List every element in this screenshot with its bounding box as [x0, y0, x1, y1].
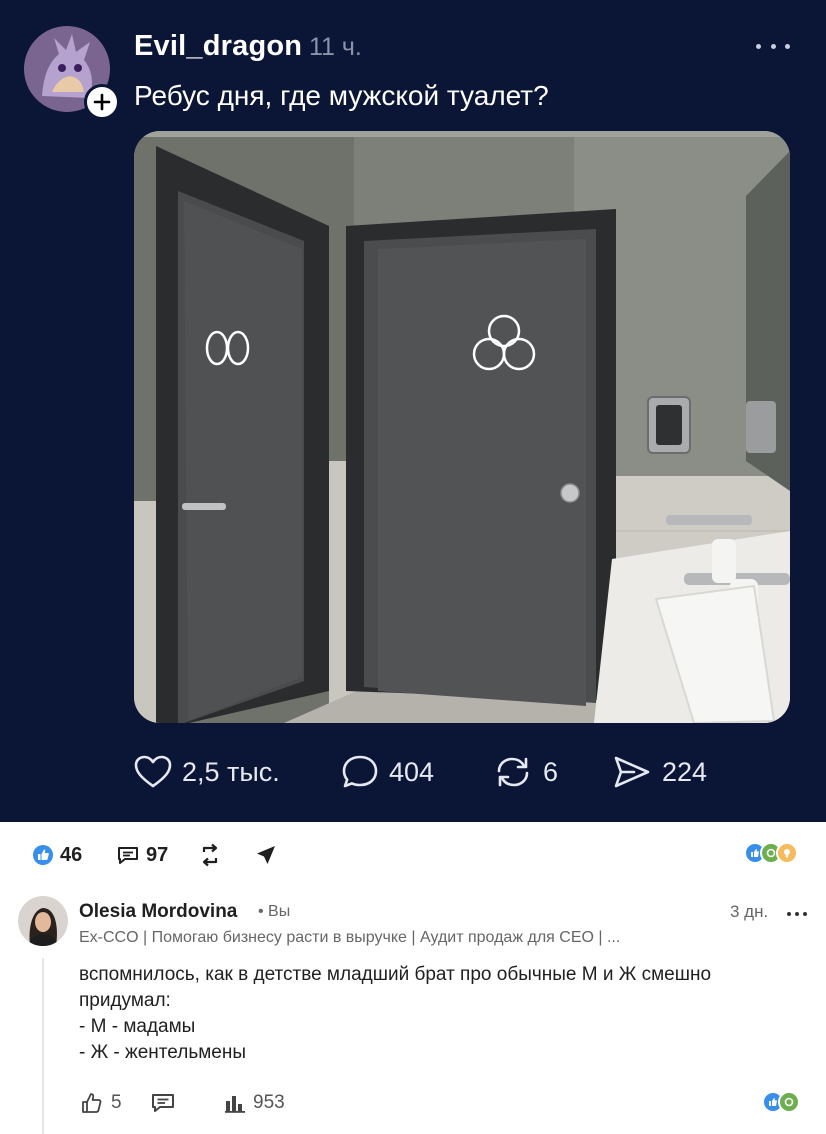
reactions-count: 46 [60, 843, 83, 866]
thumbs-up-icon [82, 1093, 102, 1113]
comments-count-button[interactable]: 97 [116, 838, 168, 872]
follow-plus-button[interactable] [84, 84, 120, 120]
celebrate-reaction-icon [778, 1091, 800, 1113]
post-stats: 2,5 тыс. 404 6 224 [134, 752, 774, 792]
dot-icon [787, 912, 791, 916]
comment-body: вспомнилось, как в детстве младший брат … [79, 962, 819, 1066]
reply-icon [152, 1094, 174, 1112]
comment-reply-button[interactable] [149, 1088, 183, 1118]
comment-button[interactable]: 404 [341, 752, 434, 792]
threads-post: Evil_dragon 11 ч. Ребус дня, где мужской… [0, 0, 826, 822]
comment-reaction-icons[interactable] [762, 1091, 800, 1113]
reaction-icons-stack[interactable] [744, 842, 798, 864]
more-options-button[interactable] [756, 36, 790, 56]
send-button[interactable] [254, 838, 284, 872]
repost-button[interactable]: 6 [493, 752, 558, 792]
comment-line: - М - мадамы [79, 1016, 196, 1037]
plus-icon [93, 93, 111, 111]
insightful-reaction-icon [776, 842, 798, 864]
like-button[interactable]: 2,5 тыс. [134, 752, 280, 792]
comments-count: 97 [146, 843, 169, 866]
share-count: 224 [662, 756, 708, 787]
comment-views-count: 953 [253, 1092, 285, 1113]
post-time: 11 ч. [309, 33, 362, 61]
thread-line [42, 958, 44, 1134]
repost-button-li[interactable] [198, 838, 228, 872]
commenter-name[interactable]: Olesia Mordovina [79, 901, 237, 923]
repost-count: 6 [543, 756, 559, 787]
dot-icon [785, 43, 790, 49]
paper-plane-icon [614, 756, 650, 788]
comment-icon [118, 847, 138, 864]
heart-icon [134, 755, 172, 788]
like-count: 2,5 тыс. [182, 756, 280, 787]
you-badge: • Вы [258, 903, 291, 920]
comment-impressions[interactable]: 953 [223, 1088, 285, 1118]
linkedin-action-bar: 46 97 [0, 838, 826, 872]
comment-line: вспомнилось, как в детстве младший брат … [79, 964, 712, 985]
share-button[interactable]: 224 [612, 752, 707, 792]
author-username[interactable]: Evil_dragon [134, 30, 302, 63]
dot-icon [756, 43, 761, 49]
comment-like-button[interactable]: 5 [79, 1088, 122, 1118]
dot-icon [770, 43, 776, 49]
comment-more-button[interactable] [787, 912, 807, 916]
reactions-count-button[interactable]: 46 [32, 838, 82, 872]
bar-chart-icon [225, 1096, 245, 1113]
comment-line: - Ж - жентельмены [79, 1042, 246, 1063]
dot-icon [803, 912, 807, 916]
repost-icon [202, 843, 218, 867]
comment-count: 404 [389, 756, 435, 787]
comment-like-count: 5 [111, 1092, 122, 1113]
commenter-avatar[interactable] [18, 896, 68, 946]
send-icon [257, 846, 275, 864]
speech-bubble-icon [342, 755, 378, 788]
commenter-headline: Ex-CCO | Помогаю бизнесу расти в выручке… [79, 929, 621, 946]
dot-icon [795, 912, 799, 916]
comment-time: 3 дн. [730, 902, 769, 921]
like-reaction-icon [33, 845, 53, 865]
post-photo[interactable] [134, 131, 790, 723]
comment-actions: 5 953 [79, 1088, 779, 1118]
post-text: Ребус дня, где мужской туалет? [134, 80, 549, 111]
repost-icon [497, 757, 529, 787]
comment-line: придумал: [79, 990, 171, 1011]
